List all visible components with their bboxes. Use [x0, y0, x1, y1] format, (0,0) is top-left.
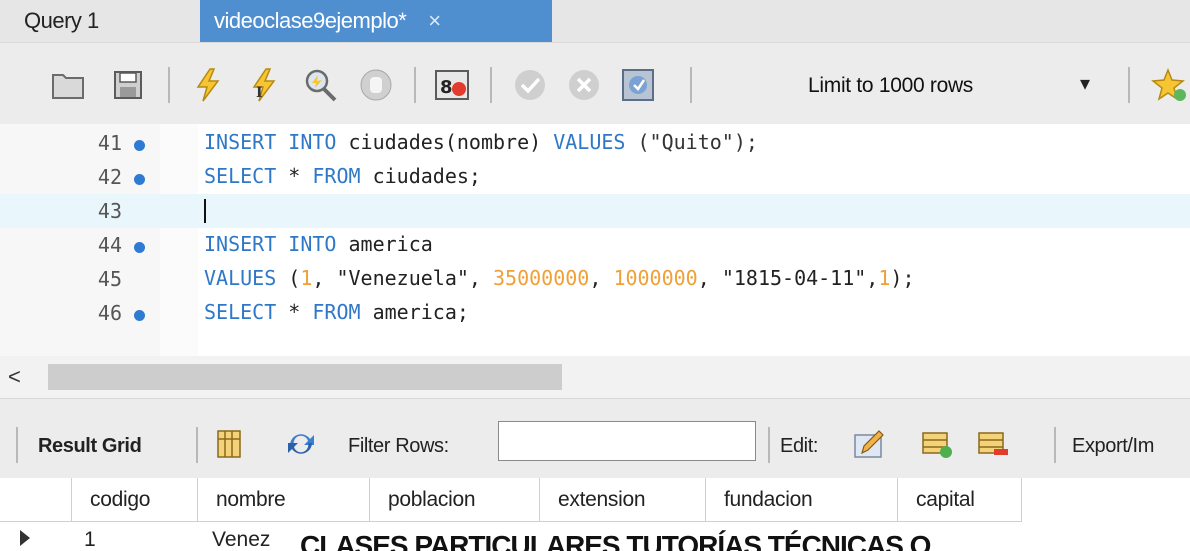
execute-current-statement-icon[interactable]: I	[246, 67, 282, 103]
editor-tab-bar: Query 1 videoclase9ejemplo* ×	[0, 0, 1190, 42]
code-line[interactable]: 44 INSERT INTO america	[0, 228, 1190, 262]
line-number: 46	[97, 301, 122, 325]
column-header-codigo[interactable]: codigo	[72, 478, 198, 522]
filter-rows-label: Filter Rows:	[348, 435, 449, 457]
svg-text:I: I	[256, 85, 263, 101]
cell-nombre[interactable]: Venez	[212, 528, 270, 551]
toolbar-separator	[690, 67, 692, 103]
code-text: SELECT * FROM ciudades;	[204, 164, 481, 188]
line-number: 45	[97, 267, 122, 291]
watermark-overlay-text: CLASES PARTICULARES TUTORÍAS TÉCNICAS O	[300, 530, 931, 551]
stop-hand-icon[interactable]	[358, 67, 394, 103]
open-folder-icon[interactable]	[50, 67, 86, 103]
tab-videoclase9ejemplo[interactable]: videoclase9ejemplo* ×	[200, 0, 552, 42]
code-line[interactable]: 46 SELECT * FROM america;	[0, 296, 1190, 330]
code-line[interactable]: 45 VALUES (1, "Venezuela", 35000000, 100…	[0, 262, 1190, 296]
scroll-left-icon[interactable]: <	[8, 364, 21, 390]
scrollbar-thumb[interactable]	[48, 364, 562, 390]
column-header-capital[interactable]: capital	[898, 478, 1022, 522]
tab-label: Query 1	[24, 8, 99, 33]
delete-row-icon[interactable]	[976, 427, 1010, 461]
commit-check-icon[interactable]	[512, 67, 548, 103]
star-bookmark-icon[interactable]	[1150, 67, 1186, 103]
line-number: 41	[97, 131, 122, 155]
execute-lightning-icon[interactable]	[190, 67, 226, 103]
rollback-cancel-icon[interactable]	[566, 67, 602, 103]
export-import-label[interactable]: Export/Im	[1072, 435, 1154, 458]
tab-query-1[interactable]: Query 1	[0, 0, 190, 42]
close-icon[interactable]: ×	[428, 8, 441, 34]
add-row-icon[interactable]	[920, 427, 954, 461]
text-caret	[204, 199, 206, 223]
column-header-fundacion[interactable]: fundacion	[706, 478, 898, 522]
refresh-icon[interactable]	[284, 427, 318, 461]
code-line-current[interactable]: 43	[0, 194, 1190, 228]
current-row-arrow-icon	[20, 530, 30, 546]
statement-marker-icon	[134, 140, 145, 151]
result-toolbar: Result Grid Filter Rows: Edit: Export/Im	[0, 398, 1190, 478]
line-number: 44	[97, 233, 122, 257]
filter-rows-input[interactable]	[498, 421, 756, 461]
column-header-poblacion[interactable]: poblacion	[370, 478, 540, 522]
result-grid-label[interactable]: Result Grid	[38, 435, 142, 458]
horizontal-scrollbar[interactable]: <	[0, 356, 1190, 398]
toolbar-separator	[414, 67, 416, 103]
grid-layout-icon[interactable]	[212, 427, 246, 461]
explain-magnifier-icon[interactable]	[302, 67, 338, 103]
chevron-down-icon[interactable]: ▾	[1080, 71, 1090, 96]
code-line[interactable]: 41 INSERT INTO ciudades(nombre) VALUES (…	[0, 126, 1190, 160]
cell-codigo[interactable]: 1	[84, 528, 96, 551]
limit-rows-select[interactable]: Limit to 1000 rows	[808, 67, 1124, 105]
limit-rows-value: Limit to 1000 rows	[808, 74, 974, 97]
toolbar-separator	[768, 427, 770, 463]
column-header-nombre[interactable]: nombre	[198, 478, 370, 522]
code-text: INSERT INTO america	[204, 232, 433, 256]
line-number: 42	[97, 165, 122, 189]
statement-marker-icon	[134, 174, 145, 185]
line-number: 43	[97, 199, 122, 223]
autocommit-toggle-icon[interactable]	[620, 67, 656, 103]
toolbar-separator	[168, 67, 170, 103]
save-icon[interactable]	[110, 67, 146, 103]
grid-row-header	[0, 478, 72, 522]
statement-marker-icon	[134, 310, 145, 321]
toggle-error-icon[interactable]: 8	[434, 67, 470, 103]
sql-editor[interactable]: 41 INSERT INTO ciudades(nombre) VALUES (…	[0, 124, 1190, 356]
query-toolbar: I 8 Limit to 1000 rows ▾	[0, 42, 1190, 124]
statement-marker-icon	[134, 242, 145, 253]
code-text: SELECT * FROM america;	[204, 300, 469, 324]
toolbar-separator	[490, 67, 492, 103]
code-text: VALUES (1, "Venezuela", 35000000, 100000…	[204, 266, 915, 290]
toolbar-separator	[1128, 67, 1130, 103]
edit-pencil-icon[interactable]	[852, 427, 886, 461]
column-header-extension[interactable]: extension	[540, 478, 706, 522]
svg-text:8: 8	[440, 77, 453, 98]
toolbar-separator	[196, 427, 198, 463]
code-line[interactable]: 42 SELECT * FROM ciudades;	[0, 160, 1190, 194]
edit-label: Edit:	[780, 435, 819, 457]
tab-label: videoclase9ejemplo*	[214, 8, 407, 33]
code-text: INSERT INTO ciudades(nombre) VALUES ("Qu…	[204, 130, 758, 154]
toolbar-separator	[16, 427, 18, 463]
toolbar-separator	[1054, 427, 1056, 463]
